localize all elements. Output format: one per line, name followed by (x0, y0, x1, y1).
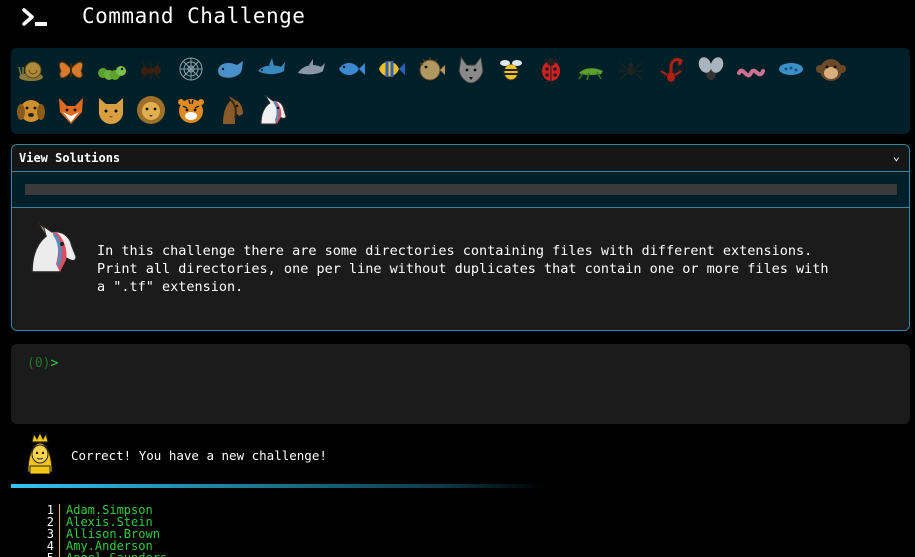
challenge-unicorn[interactable] (255, 94, 287, 126)
tropical-fish-icon (379, 61, 405, 77)
wolf-icon (458, 55, 484, 84)
view-solutions-toggle[interactable]: View Solutions ⌄ (12, 145, 909, 172)
fish-icon (339, 63, 365, 75)
challenge-monkey[interactable] (815, 53, 847, 85)
challenge-caterpillar[interactable] (95, 53, 127, 85)
chevron-down-icon: ⌄ (892, 149, 900, 163)
line-separator (59, 540, 60, 552)
caterpillar-icon (98, 66, 126, 80)
dolphin-icon (298, 59, 325, 75)
fly-icon (698, 57, 724, 80)
ant-icon (141, 62, 161, 80)
shark-icon (258, 58, 285, 74)
challenge-shark[interactable] (255, 53, 287, 85)
solutions-placeholder-bar (25, 184, 897, 195)
challenge-text: In this challenge there are some directo… (97, 243, 829, 295)
line-separator (59, 516, 60, 528)
challenge-scorpion[interactable] (655, 53, 687, 85)
monkey-icon (816, 59, 846, 81)
challenge-blowfish[interactable] (415, 53, 447, 85)
command-count: (0) (27, 356, 51, 371)
scorpion-icon (660, 57, 683, 82)
output-text: Angel.Saunders (66, 552, 167, 557)
result-text: Correct! You have a new challenge! (71, 448, 327, 463)
challenge-description: In this challenge there are some directo… (12, 208, 909, 330)
challenge-worm[interactable] (735, 53, 767, 85)
output-line: 5 Angel.Saunders (40, 552, 640, 557)
unicorn-icon (31, 221, 77, 273)
challenge-fox[interactable] (55, 94, 87, 126)
challenge-wolf[interactable] (455, 53, 487, 85)
princess-icon (27, 432, 53, 474)
app-title: Command Challenge (82, 4, 306, 28)
solutions-panel: View Solutions ⌄ In this challenge there… (11, 144, 910, 331)
ladybug-icon (542, 58, 560, 81)
challenge-snail[interactable] (15, 53, 47, 85)
challenge-ladybug[interactable] (535, 53, 567, 85)
challenge-cricket[interactable] (575, 53, 607, 85)
lion-icon (137, 96, 165, 124)
divider (11, 484, 546, 488)
challenge-cat[interactable] (95, 94, 127, 126)
challenge-dog[interactable] (15, 94, 47, 126)
whale-icon (218, 61, 243, 78)
challenge-tropical-fish[interactable] (375, 53, 407, 85)
horse-icon (223, 96, 243, 124)
prompt-symbol: > (50, 356, 59, 371)
app-header: Command Challenge (0, 0, 915, 40)
cat-icon (99, 98, 123, 124)
line-separator (59, 552, 60, 557)
cricket-icon (578, 68, 603, 81)
challenge-tiger[interactable] (175, 94, 207, 126)
fox-icon (59, 98, 83, 124)
challenge-spider[interactable] (615, 53, 647, 85)
challenge-ant[interactable] (135, 53, 167, 85)
unicorn-icon (260, 94, 287, 125)
dog-icon (17, 100, 45, 122)
butterfly-icon (58, 61, 84, 79)
line-separator (59, 528, 60, 540)
terminal-input[interactable]: (0)> (11, 344, 910, 424)
blowfish-icon (419, 57, 445, 81)
solutions-content (12, 172, 909, 208)
tiger-icon (178, 99, 204, 123)
challenge-fly[interactable] (695, 53, 727, 85)
microbe-icon (779, 63, 803, 75)
terminal-prompt: (0)> (27, 356, 58, 371)
snail-icon (18, 61, 43, 81)
challenge-selector (11, 48, 910, 134)
challenge-horse[interactable] (215, 94, 247, 126)
challenge-fish[interactable] (335, 53, 367, 85)
worm-icon (737, 68, 765, 78)
terminal-prompt-icon (22, 8, 47, 26)
bee-icon (500, 60, 522, 81)
view-solutions-label: View Solutions (19, 151, 121, 165)
challenge-bee[interactable] (495, 53, 527, 85)
challenge-butterfly[interactable] (55, 53, 87, 85)
spider-web-icon (179, 57, 203, 81)
challenge-lion[interactable] (135, 94, 167, 126)
spider-icon (619, 62, 643, 80)
challenge-spider-web[interactable] (175, 53, 207, 85)
challenge-dolphin[interactable] (295, 53, 327, 85)
command-output: 1 Adam.Simpson 2 Alexis.Stein 3 Allison.Brown… (40, 504, 640, 557)
line-separator (59, 504, 60, 516)
line-number: 5 (40, 552, 54, 557)
challenge-whale[interactable] (215, 53, 247, 85)
challenge-microbe[interactable] (775, 53, 807, 85)
result-message: Correct! You have a new challenge! (22, 432, 622, 476)
